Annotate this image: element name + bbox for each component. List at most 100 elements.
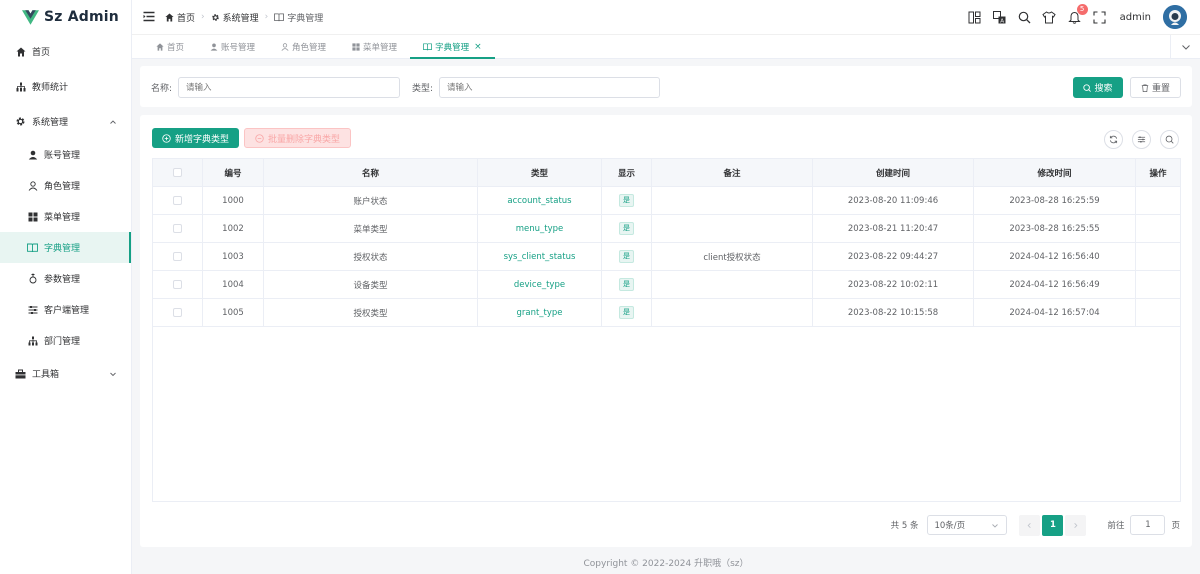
page-number-button[interactable]: 1	[1042, 514, 1064, 536]
fullscreen-icon[interactable]	[1092, 10, 1107, 25]
footer-copyright: Copyright © 2022-2024 升职哦（sz）	[583, 559, 749, 569]
sidebar-item-dictionary[interactable]: 字典管理	[0, 232, 131, 263]
cell-modified: 2023-08-28 16:25:59	[974, 187, 1136, 214]
chevron-down-icon	[110, 372, 116, 376]
tab-home[interactable]: 首页	[143, 35, 197, 58]
breadcrumb-system[interactable]: 系统管理	[211, 11, 259, 24]
minus-circle-icon	[255, 133, 264, 143]
table-row: 1003 授权状态 sys_client_status 是 client授权状态…	[153, 243, 1180, 271]
layout-icon[interactable]	[967, 10, 982, 25]
row-checkbox[interactable]	[153, 271, 203, 298]
tab-roles[interactable]: 角色管理	[268, 35, 339, 58]
cell-actions	[1136, 243, 1180, 270]
sidebar-menu: 首页 教师统计 系统管理 账号管理 角色管理 菜单管理 字典管理 参数管理 客户…	[0, 34, 131, 391]
translate-icon[interactable]: A	[992, 10, 1007, 25]
grid-icon	[352, 42, 360, 51]
sidebar-item-roles[interactable]: 角色管理	[0, 170, 131, 201]
page-size-select[interactable]: 10条/页	[927, 515, 1008, 535]
dict-type-link[interactable]: device_type	[514, 280, 565, 290]
chevron-down-icon	[1181, 45, 1190, 50]
dict-type-link[interactable]: account_status	[507, 196, 571, 206]
hamburger-icon[interactable]	[143, 11, 155, 23]
next-page-button[interactable]	[1065, 514, 1087, 536]
refresh-button[interactable]	[1104, 130, 1123, 149]
chevron-up-icon	[110, 119, 116, 124]
cell-show: 是	[602, 271, 652, 298]
cell-show: 是	[602, 187, 652, 214]
theme-shirt-icon[interactable]	[1042, 10, 1057, 25]
cell-note	[652, 271, 813, 298]
tabs-bar: 首页 账号管理 角色管理 菜单管理 字典管理 ×	[132, 34, 1200, 59]
search-button[interactable]: 搜索	[1073, 77, 1123, 98]
home-icon	[15, 46, 26, 57]
user-icon	[210, 43, 218, 51]
show-tag: 是	[619, 194, 634, 207]
chevron-left-icon	[1028, 522, 1032, 528]
type-input[interactable]	[439, 77, 660, 98]
sidebar-item-menus[interactable]: 菜单管理	[0, 201, 131, 232]
search-icon[interactable]	[1017, 10, 1032, 25]
cell-actions	[1136, 299, 1180, 326]
sidebar-item-label: 角色管理	[44, 182, 81, 192]
tab-accounts[interactable]: 账号管理	[197, 35, 268, 58]
cell-created: 2023-08-22 10:15:58	[813, 299, 974, 326]
batch-delete-button[interactable]: 批量删除字典类型	[244, 128, 352, 148]
row-checkbox[interactable]	[153, 243, 203, 270]
book-icon	[274, 12, 285, 21]
row-checkbox[interactable]	[153, 187, 203, 214]
pagination: 共 5 条 10条/页 1 前往 1 页	[891, 514, 1180, 536]
row-checkbox[interactable]	[153, 299, 203, 326]
user-outline-icon	[281, 42, 289, 51]
tabs-more-button[interactable]	[1170, 35, 1200, 59]
table-row: 1005 授权类型 grant_type 是 2023-08-22 10:15:…	[153, 299, 1180, 327]
tab-menus[interactable]: 菜单管理	[339, 35, 410, 58]
vue-logo-icon	[22, 9, 39, 25]
select-all-checkbox[interactable]	[153, 159, 203, 186]
svg-text:A: A	[1000, 18, 1004, 24]
cell-note	[652, 299, 813, 326]
sidebar-item-teacher-stats[interactable]: 教师统计	[0, 69, 131, 104]
table-row: 1000 账户状态 account_status 是 2023-08-20 11…	[153, 187, 1180, 215]
name-input[interactable]	[178, 77, 400, 98]
logo[interactable]: Sz Admin	[0, 0, 131, 34]
cell-actions	[1136, 215, 1180, 242]
bell-icon[interactable]: 5	[1067, 3, 1088, 25]
sidebar-item-system[interactable]: 系统管理	[0, 104, 131, 139]
sidebar-item-label: 账号管理	[44, 151, 81, 161]
sidebar-item-toolbox[interactable]: 工具箱	[0, 356, 131, 391]
sidebar-item-label: 部门管理	[44, 337, 81, 347]
dict-type-link[interactable]: menu_type	[516, 224, 564, 234]
sidebar-item-params[interactable]: 参数管理	[0, 263, 131, 294]
dict-type-link[interactable]: grant_type	[516, 308, 562, 318]
avatar[interactable]	[1163, 5, 1187, 29]
column-header: 类型	[478, 159, 602, 186]
search-panel: 名称: 类型: 搜索 重置	[140, 66, 1192, 107]
breadcrumb-dictionary: 字典管理	[274, 11, 323, 24]
column-settings-button[interactable]	[1132, 130, 1151, 149]
cell-type: device_type	[478, 271, 602, 298]
prev-page-button[interactable]	[1019, 514, 1041, 536]
tab-dictionary[interactable]: 字典管理 ×	[410, 35, 495, 59]
sidebar-item-label: 菜单管理	[44, 213, 81, 223]
pagination-total: 共 5 条	[890, 521, 919, 531]
breadcrumb-home[interactable]: 首页	[165, 11, 195, 24]
sidebar-item-home[interactable]: 首页	[0, 34, 131, 69]
cell-name: 菜单类型	[264, 215, 478, 242]
cell-modified: 2024-04-12 16:56:40	[974, 243, 1136, 270]
add-dict-type-button[interactable]: 新增字典类型	[152, 128, 240, 148]
reset-button[interactable]: 重置	[1130, 77, 1181, 98]
sidebar-item-departments[interactable]: 部门管理	[0, 325, 131, 356]
cell-id: 1002	[203, 215, 264, 242]
goto-page-input[interactable]: 1	[1130, 515, 1166, 535]
row-checkbox[interactable]	[153, 215, 203, 242]
page-suffix: 页	[1171, 521, 1180, 531]
sidebar-item-accounts[interactable]: 账号管理	[0, 139, 131, 170]
toggle-search-button[interactable]	[1160, 130, 1179, 149]
sidebar-item-clients[interactable]: 客户端管理	[0, 294, 131, 325]
header-actions: A 5 admin	[957, 0, 1187, 34]
breadcrumb-separator: ›	[264, 12, 269, 22]
tab-close-icon[interactable]: ×	[474, 42, 482, 52]
user-name[interactable]: admin	[1120, 12, 1151, 23]
column-header: 备注	[652, 159, 813, 186]
dict-type-link[interactable]: sys_client_status	[504, 252, 576, 262]
